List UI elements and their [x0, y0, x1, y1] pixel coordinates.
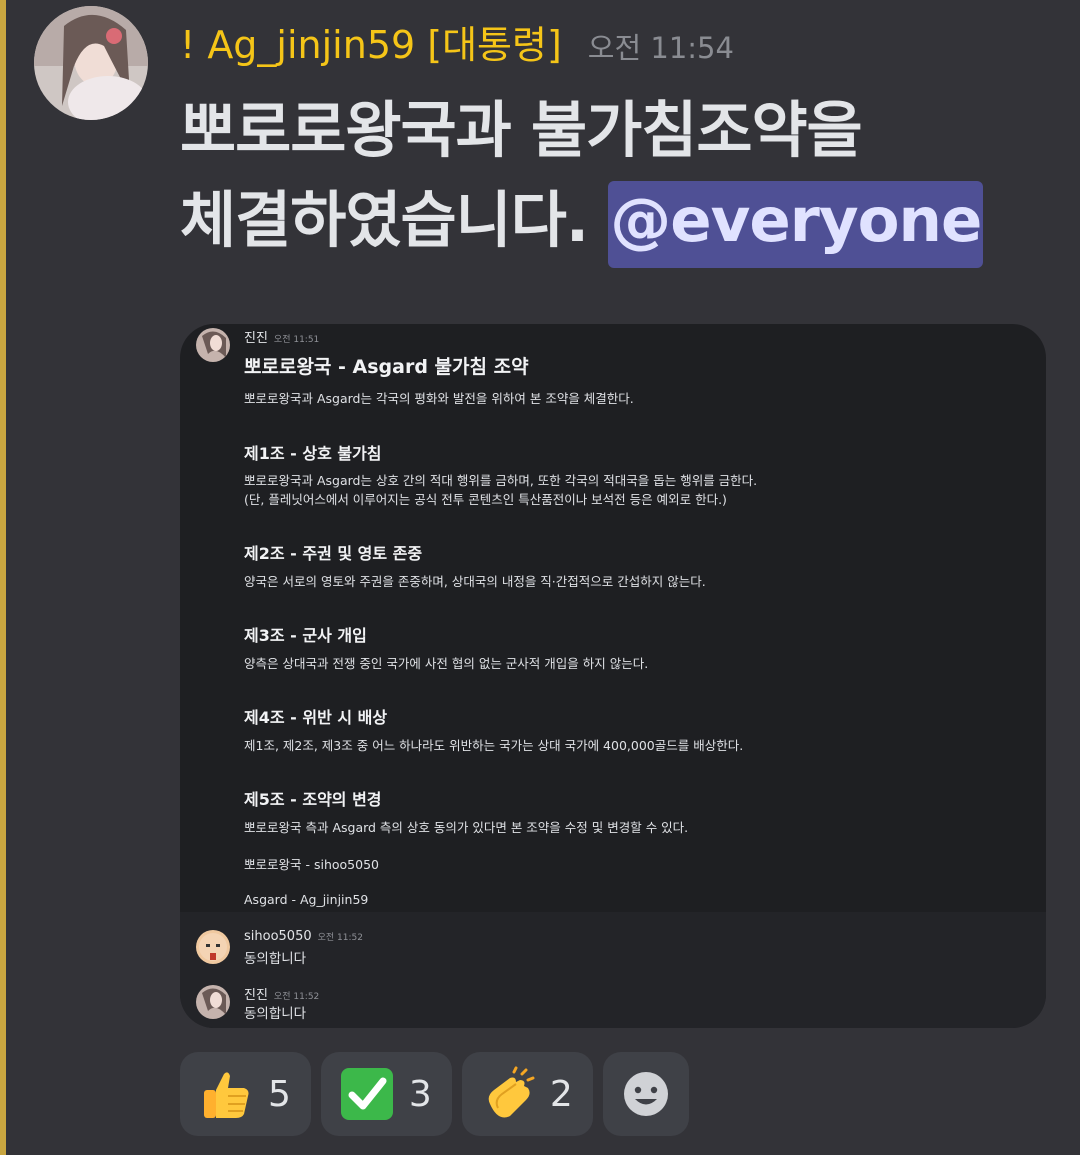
reply-author: sihoo5050 — [244, 929, 312, 944]
treaty-title: 뽀로로왕국 - Asgard 불가침 조약 — [244, 356, 529, 378]
reply-meta: 진진 오전 11:52 — [244, 984, 319, 1003]
reply-author: 진진 — [244, 988, 268, 1003]
embed-author-avatar — [196, 328, 230, 362]
reply-avatar — [196, 930, 230, 964]
check-mark-icon — [339, 1066, 395, 1122]
article-text: 제1조, 제2조, 제3조 중 어느 하나라도 위반하는 국가는 상대 국가에 … — [244, 738, 744, 753]
screenshot-embed[interactable]: 진진 오전 11:51 뽀로로왕국 - Asgard 불가침 조약 뽀로로왕국과 … — [180, 324, 1046, 1028]
clapping-hands-icon — [480, 1066, 536, 1122]
reply-text: 동의합니다 — [244, 951, 307, 967]
signature: Asgard - Ag_jinjin59 — [244, 892, 369, 907]
reply-avatar — [196, 985, 230, 1019]
article-title: 제4조 - 위반 시 배상 — [244, 708, 388, 727]
reaction-count: 3 — [408, 1073, 432, 1115]
smiley-icon — [618, 1066, 674, 1122]
message-line: 체결하였습니다. @everyone — [180, 176, 1060, 268]
signature: 뽀로로왕국 - sihoo5050 — [244, 857, 379, 872]
article-title: 제5조 - 조약의 변경 — [244, 790, 382, 809]
embed-time: 오전 11:51 — [273, 335, 320, 345]
message-header: ! Ag_jinjin59 [대통령] 오전 11:54 — [180, 14, 734, 70]
reply-time: 오전 11:52 — [273, 992, 320, 1002]
article-title: 제1조 - 상호 불가침 — [244, 444, 382, 463]
avatar[interactable] — [34, 6, 148, 120]
treaty-intro: 뽀로로왕국과 Asgard는 각국의 평화와 발전을 위하여 본 조약을 체결한… — [244, 391, 634, 406]
accent-bar — [0, 0, 6, 1155]
article-text: 양국은 서로의 영토와 주권을 존중하며, 상대국의 내정을 직·간접적으로 간… — [244, 574, 706, 589]
message-line: 뽀로로왕국과 불가침조약을 — [180, 95, 863, 166]
reply-list: sihoo5050 오전 11:52 동의합니다 진진 오전 11:52 동의합니다 — [180, 912, 1046, 1028]
article-title: 제2조 - 주권 및 영토 존중 — [244, 544, 423, 563]
reply-time: 오전 11:52 — [317, 933, 363, 943]
timestamp: 오전 11:54 — [587, 31, 734, 65]
reaction-check-mark[interactable]: 3 — [320, 1052, 452, 1136]
reply-meta: sihoo5050 오전 11:52 — [244, 929, 363, 944]
reply-text: 동의합니다 — [244, 1006, 307, 1022]
article-text: 뽀로로왕국 측과 Asgard 측의 상호 동의가 있다면 본 조약을 수정 및… — [244, 820, 689, 835]
embed-message: 진진 오전 11:51 뽀로로왕국 - Asgard 불가침 조약 뽀로로왕국과 … — [180, 324, 1046, 912]
article-title: 제3조 - 군사 개입 — [244, 626, 367, 645]
reaction-clapping[interactable]: 2 — [461, 1052, 593, 1136]
message-text: 뽀로로왕국과 불가침조약을 체결하였습니다. @everyone — [180, 86, 1060, 268]
reaction-count: 2 — [549, 1073, 573, 1115]
message-line-text: 체결하였습니다. — [180, 185, 589, 256]
embed-author: 진진 — [244, 331, 268, 346]
username[interactable]: ! Ag_jinjin59 [대통령] — [180, 14, 562, 69]
article-text: 뽀로로왕국과 Asgard는 상호 간의 적대 행위를 금하며, 또한 각국의 … — [244, 473, 758, 488]
article-text: 양측은 상대국과 전쟁 중인 국가에 사전 협의 없는 군사적 개입을 하지 않… — [244, 656, 649, 671]
reaction-thumbs-up[interactable]: 5 — [180, 1052, 311, 1136]
add-reaction-button[interactable] — [602, 1052, 689, 1136]
reaction-count: 5 — [268, 1073, 291, 1115]
embed-meta: 진진 오전 11:51 — [244, 327, 319, 346]
everyone-mention[interactable]: @everyone — [608, 181, 984, 268]
article-text: (단, 플레닛어스에서 이루어지는 공식 전투 콘텐츠인 특산품전이나 보석전 … — [244, 492, 727, 507]
reaction-bar: 5 3 2 — [180, 1052, 689, 1136]
thumbs-up-icon — [198, 1066, 254, 1122]
